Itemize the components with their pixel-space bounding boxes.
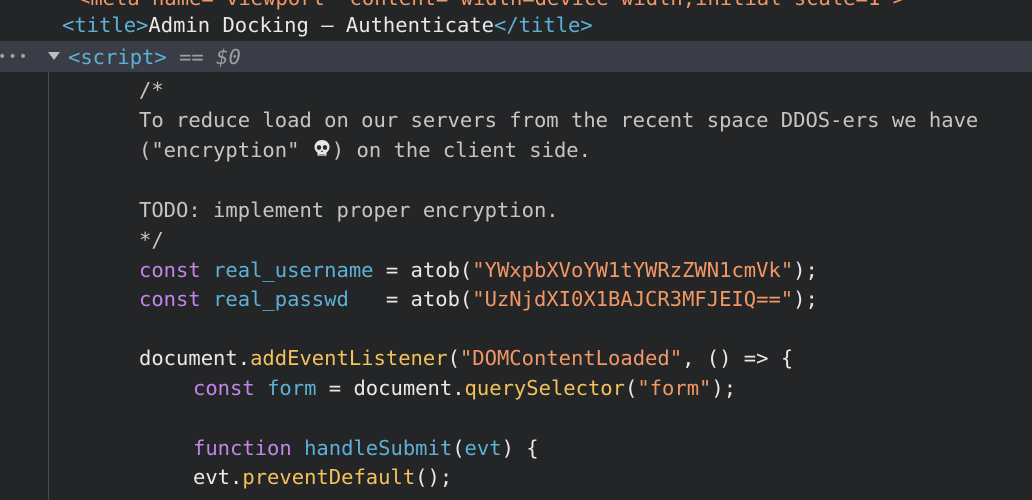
node-options-dots[interactable]: ••• <box>0 42 29 72</box>
title-close-tag: </title> <box>493 13 593 37</box>
selected-marker <box>167 45 179 69</box>
code-line-prevent-default: evt.preventDefault(); <box>193 465 453 489</box>
script-element[interactable]: <script> == $0 <box>48 42 241 72</box>
title-element[interactable]: <title>Admin Docking – Authenticate</tit… <box>62 10 593 40</box>
add-event-listener-fn: addEventListener <box>250 346 448 370</box>
code-line-add-listener: document.addEventListener("DOMContentLoa… <box>139 346 794 370</box>
keyword-function: function <box>193 436 292 460</box>
code-line-comment-2: ("encryption" ) on the client side. <box>139 135 591 165</box>
selected-var: $0 <box>216 45 241 69</box>
code-line-password: const real_passwd = atob("UzNjdXI0X1BAJC… <box>139 287 818 311</box>
triangle-down-icon[interactable] <box>48 52 60 60</box>
username-string: "YWxpbXVoYW1tYWRzZWN1cmVk" <box>472 258 794 282</box>
comment-text-a: ("encryption" <box>139 138 312 162</box>
form-variable: form <box>267 376 317 400</box>
script-open-tag: <script> <box>68 45 167 69</box>
password-string: "UzNjdXI0X1BAJCR3MFJEIQ==" <box>472 287 794 311</box>
code-line-comment-1: To reduce load on our servers from the r… <box>139 108 979 132</box>
keyword-const: const <box>193 376 255 400</box>
comment-text-b: ) on the client side. <box>331 138 591 162</box>
selected-eq: == <box>179 45 204 69</box>
evt-param: evt <box>464 436 502 460</box>
form-string: "form" <box>637 376 712 400</box>
username-variable: real_username <box>213 258 374 282</box>
dom-content-loaded-string: "DOMContentLoaded" <box>459 346 683 370</box>
skull-icon <box>314 140 330 156</box>
code-line-comment-close: */ <box>139 228 164 252</box>
code-line-comment-open: /* <box>139 78 164 102</box>
prevent-default-fn: preventDefault <box>242 465 416 489</box>
code-line-username: const real_username = atob("YWxpbXVoYW1t… <box>139 258 818 282</box>
keyword-const: const <box>139 258 201 282</box>
password-variable: real_passwd <box>213 287 349 311</box>
code-line-handle-submit: function handleSubmit(evt) { <box>193 436 539 460</box>
code-line-todo: TODO: implement proper encryption. <box>139 198 559 222</box>
title-text: Admin Docking – Authenticate <box>148 13 494 37</box>
indent-guide <box>48 72 49 500</box>
title-open-tag: <title> <box>62 13 149 37</box>
keyword-const: const <box>139 287 201 311</box>
handle-submit-fn: handleSubmit <box>304 436 453 460</box>
query-selector-fn: querySelector <box>464 376 625 400</box>
code-line-form-query: const form = document.querySelector("for… <box>193 376 737 400</box>
